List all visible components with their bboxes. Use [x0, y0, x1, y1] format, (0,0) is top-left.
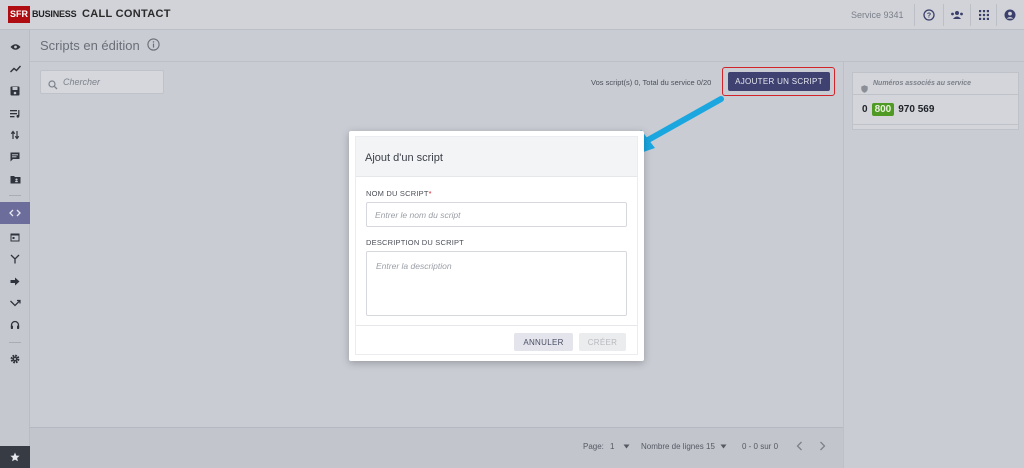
top-bar: SFR BUSINESS CALL CONTACT Service 9341 ? — [0, 0, 1024, 30]
scripts-count-text: Vos script(s) 0, Total du service 0/20 — [591, 78, 712, 87]
service-phone-number: 0 800 970 569 — [862, 103, 934, 116]
nav-settings-gear-icon[interactable] — [0, 348, 30, 370]
page-title: Scripts en édition — [40, 38, 140, 53]
page-label: Page: — [583, 442, 604, 451]
prev-page-chevron-icon[interactable] — [796, 441, 803, 453]
sfr-logo: SFR — [8, 6, 30, 23]
associated-numbers-panel: Numéros associés au service 0 800 970 56… — [852, 72, 1019, 130]
nav-sort-arrows-icon[interactable] — [0, 124, 30, 146]
nav-call-missed-icon[interactable] — [0, 292, 30, 314]
script-name-label: NOM DU SCRIPT* — [366, 189, 432, 198]
nav-calendar-icon[interactable] — [0, 226, 30, 248]
dialog-title: Ajout d'un script — [365, 152, 443, 164]
caret-down-icon — [720, 444, 727, 449]
account-icon[interactable] — [1002, 7, 1018, 23]
nav-call-split-icon[interactable] — [0, 248, 30, 270]
search-icon — [48, 77, 58, 95]
panel-header: Numéros associés au service — [853, 73, 1018, 95]
page-select[interactable]: 1 — [610, 442, 630, 451]
required-asterisk: * — [428, 189, 432, 198]
search-box — [40, 70, 164, 94]
panel-title: Numéros associés au service — [873, 80, 972, 87]
nav-forward-icon[interactable] — [0, 270, 30, 292]
nav-message-icon[interactable] — [0, 146, 30, 168]
nav-save-icon[interactable] — [0, 80, 30, 102]
nav-contacts-folder-icon[interactable] — [0, 168, 30, 190]
number-800-badge: 800 — [871, 103, 895, 116]
apps-grid-icon[interactable] — [976, 7, 992, 23]
right-column-divider — [843, 62, 844, 468]
script-description-textarea[interactable] — [366, 251, 627, 316]
panel-divider — [853, 124, 1018, 125]
nav-scripts-code-icon[interactable] — [0, 202, 30, 224]
help-icon[interactable]: ? — [921, 7, 937, 23]
create-button[interactable]: CRÉER — [579, 333, 626, 351]
topbar-divider — [970, 4, 971, 26]
users-icon[interactable] — [949, 7, 965, 23]
topbar-divider — [996, 4, 997, 26]
nav-favorites-star-icon[interactable] — [0, 446, 30, 468]
pagination-range: 0 - 0 sur 0 — [742, 442, 779, 451]
script-name-label-text: NOM DU SCRIPT — [366, 189, 429, 198]
topbar-divider — [914, 4, 915, 26]
info-icon[interactable] — [147, 38, 160, 56]
page-header: Scripts en édition — [30, 30, 1024, 62]
rows-label: Nombre de lignes — [641, 442, 704, 451]
page-value: 1 — [610, 442, 615, 451]
cancel-button[interactable]: ANNULER — [514, 333, 573, 351]
add-script-dialog: Ajout d'un script NOM DU SCRIPT* DESCRIP… — [349, 131, 644, 361]
script-name-input[interactable] — [366, 202, 627, 227]
search-input[interactable] — [63, 73, 159, 91]
dialog-header: Ajout d'un script — [356, 137, 637, 177]
topbar-divider — [943, 4, 944, 26]
dialog-footer-divider — [356, 325, 637, 326]
rows-value: 15 — [706, 442, 715, 451]
next-page-chevron-icon[interactable] — [819, 441, 826, 453]
script-description-label: DESCRIPTION DU SCRIPT — [366, 238, 464, 247]
pagination-footer: Page: 1 Nombre de lignes 15 0 - 0 sur 0 — [30, 427, 843, 468]
rows-select[interactable]: 15 — [706, 442, 727, 451]
nav-overview-eye-icon[interactable] — [0, 36, 30, 58]
number-suffix: 970 569 — [898, 104, 935, 115]
nav-divider — [9, 342, 21, 343]
number-prefix: 0 — [862, 104, 868, 115]
add-script-button[interactable]: AJOUTER UN SCRIPT — [728, 72, 830, 91]
dialog-body: Ajout d'un script NOM DU SCRIPT* DESCRIP… — [355, 136, 638, 355]
nav-headset-icon[interactable] — [0, 314, 30, 336]
app-title: CALL CONTACT — [82, 8, 171, 20]
svg-text:?: ? — [927, 13, 931, 20]
shield-icon — [861, 80, 868, 98]
service-label: Service 9341 — [851, 10, 904, 20]
nav-trending-icon[interactable] — [0, 58, 30, 80]
left-nav — [0, 30, 30, 468]
business-logo-text: BUSINESS — [32, 9, 77, 19]
caret-down-icon — [623, 444, 630, 449]
nav-playlist-icon[interactable] — [0, 102, 30, 124]
nav-divider — [9, 195, 21, 196]
